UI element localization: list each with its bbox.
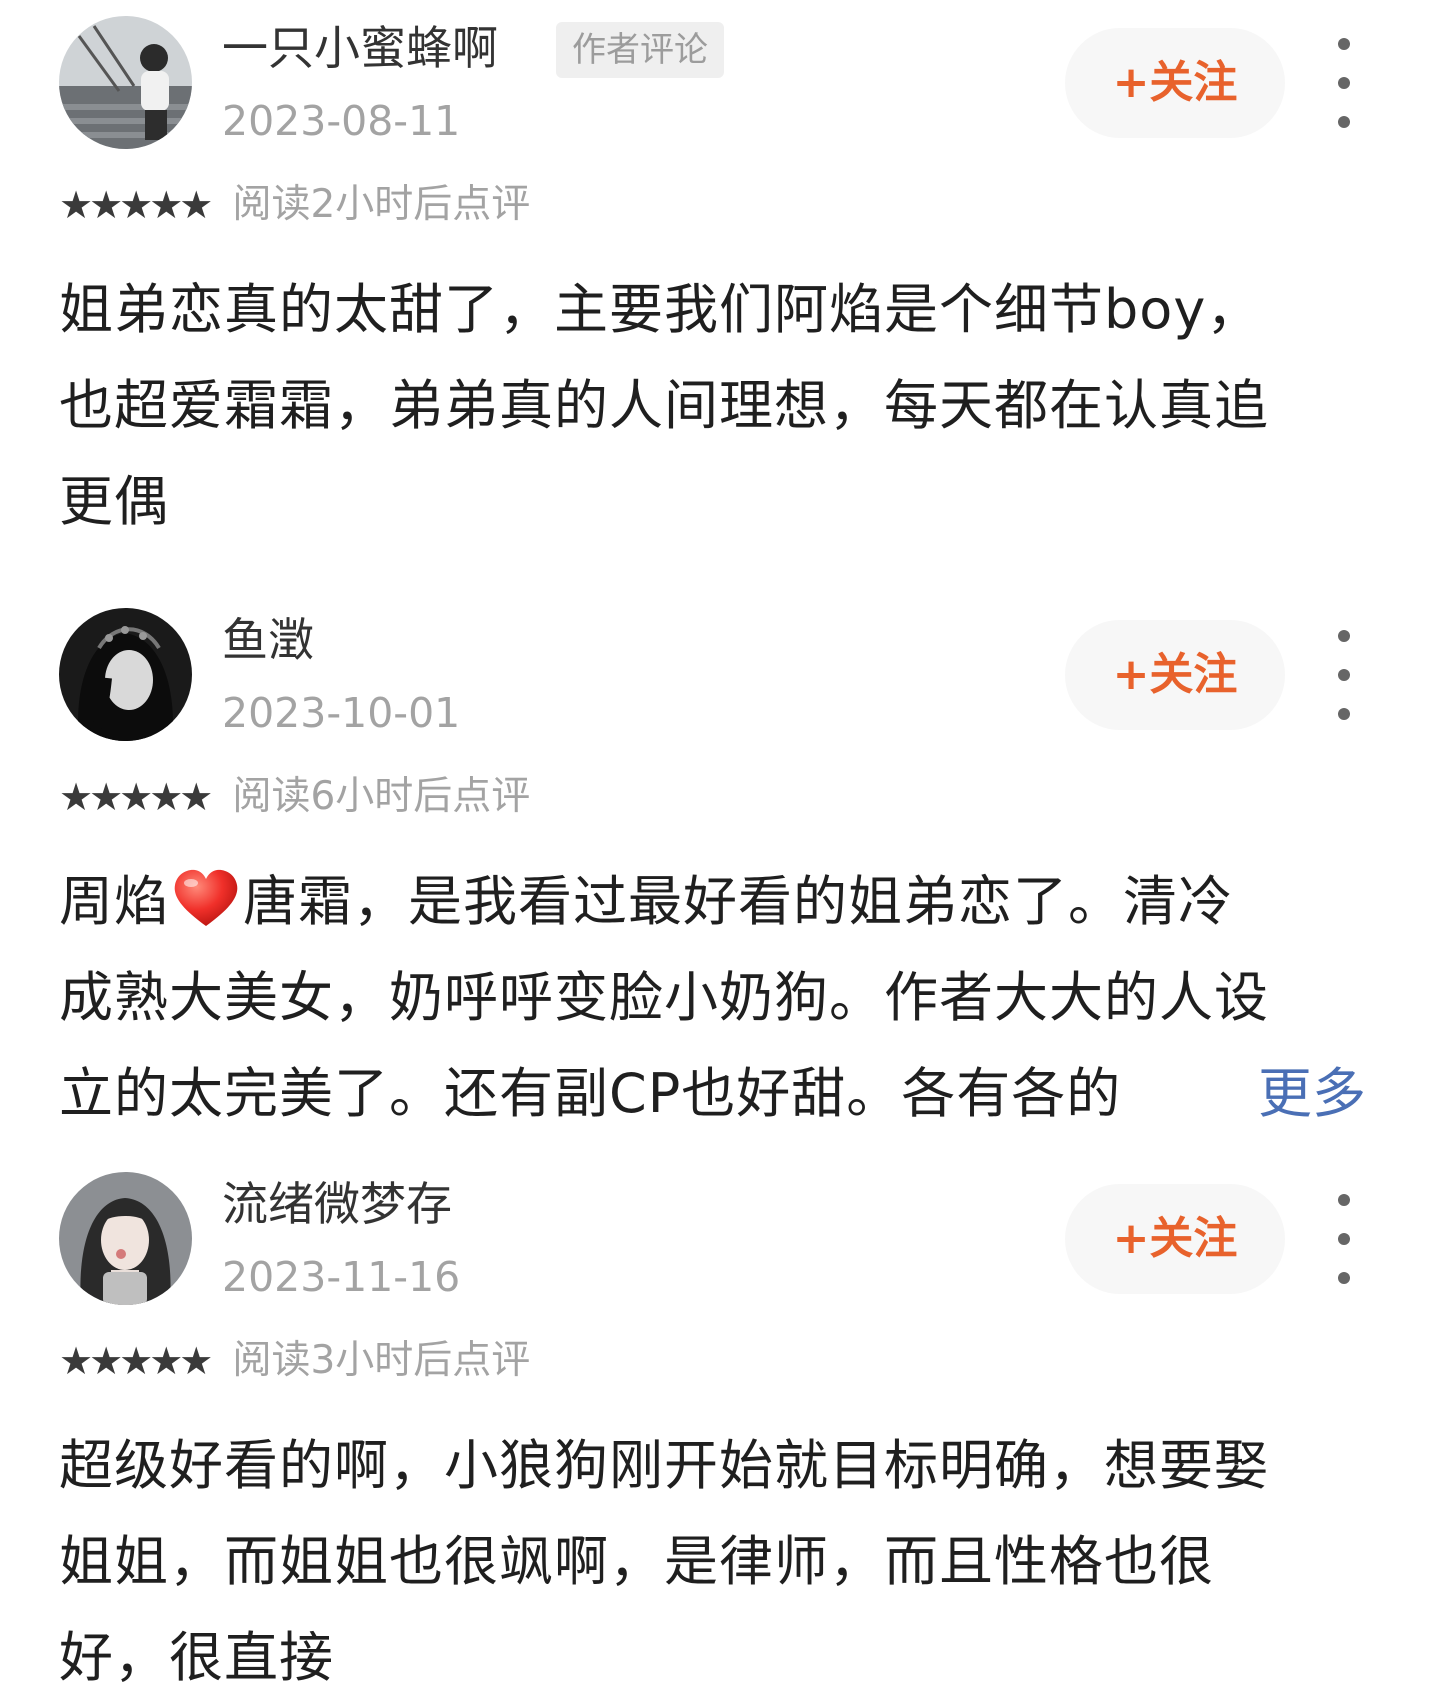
avatar[interactable] [59, 608, 192, 741]
dot [1338, 630, 1350, 642]
review-line: 姐弟恋真的太甜了，主要我们阿焰是个细节boy， [59, 278, 1262, 341]
review-line: 超级好看的啊，小狼狗刚开始就目标明确，想要娶 [59, 1434, 1269, 1497]
more-options-icon[interactable] [1332, 630, 1356, 720]
review-line: 立的太完美了。还有副CP也好甜。各有各的 [59, 1062, 1122, 1125]
review-text[interactable]: 姐弟恋真的太甜了，主要我们阿焰是个细节boy， 也超爱霜霜，弟弟真的人间理想，每… [59, 262, 1389, 550]
review-line: 周焰 唐霜，是我看过最好看的姐弟恋了。清冷 [59, 854, 1389, 950]
follow-button[interactable]: +关注 [1065, 620, 1285, 730]
dot [1338, 38, 1350, 50]
dot [1338, 1233, 1350, 1245]
more-options-icon[interactable] [1332, 1194, 1356, 1284]
star-rating-icons: ★★★★★ [59, 775, 213, 819]
review-line: 更偶 [59, 470, 169, 533]
review-line: 也超爱霜霜，弟弟真的人间理想，每天都在认真追 [59, 374, 1269, 437]
dot [1338, 1272, 1350, 1284]
review-date: 2023-11-16 [222, 1253, 461, 1301]
rating-row: ★★★★★ 阅读2小时后点评 [59, 180, 530, 230]
more-options-icon[interactable] [1332, 38, 1356, 128]
rating-row: ★★★★★ 阅读6小时后点评 [59, 772, 530, 822]
heart-emoji-icon [174, 869, 238, 926]
avatar-image [59, 16, 192, 149]
avatar[interactable] [59, 1172, 192, 1305]
dot [1338, 1194, 1350, 1206]
dot [1338, 116, 1350, 128]
dot [1338, 669, 1350, 681]
avatar[interactable] [59, 16, 192, 149]
follow-button[interactable]: +关注 [1065, 1184, 1285, 1294]
username[interactable]: 鱼澂 [222, 612, 314, 668]
username[interactable]: 一只小蜜蜂啊 [222, 20, 498, 76]
review-text-fragment: 唐霜，是我看过最好看的姐弟恋了。清冷 [243, 870, 1233, 933]
review-line: 姐姐，而姐姐也很飒啊，是律师，而且性格也很 [59, 1530, 1214, 1593]
review-date: 2023-08-11 [222, 97, 461, 145]
avatar-image [59, 608, 192, 741]
read-time-note: 阅读6小时后点评 [232, 774, 531, 819]
avatar-image [59, 1172, 192, 1305]
expand-more-link[interactable]: 更多 [1218, 1046, 1366, 1142]
review-text-fragment: 周焰 [59, 870, 169, 933]
review-text[interactable]: 超级好看的啊，小狼狗刚开始就目标明确，想要娶 姐姐，而姐姐也很飒啊，是律师，而且… [59, 1418, 1389, 1706]
author-comment-badge: 作者评论 [556, 22, 724, 78]
star-rating-icons: ★★★★★ [59, 1339, 213, 1383]
review-line: 好，很直接 [59, 1626, 334, 1689]
star-rating-icons: ★★★★★ [59, 183, 213, 227]
review-text[interactable]: 周焰 唐霜，是我看过最好看的姐弟恋了。清冷 成熟大美女，奶呼呼变脸小奶狗。作者大… [59, 854, 1389, 1142]
follow-button[interactable]: +关注 [1065, 28, 1285, 138]
username[interactable]: 流绪微梦存 [222, 1176, 452, 1232]
read-time-note: 阅读3小时后点评 [232, 1338, 531, 1383]
review-line: 成熟大美女，奶呼呼变脸小奶狗。作者大大的人设 [59, 966, 1269, 1029]
review-date: 2023-10-01 [222, 689, 461, 737]
read-time-note: 阅读2小时后点评 [232, 182, 531, 227]
dot [1338, 708, 1350, 720]
dot [1338, 77, 1350, 89]
rating-row: ★★★★★ 阅读3小时后点评 [59, 1336, 530, 1386]
